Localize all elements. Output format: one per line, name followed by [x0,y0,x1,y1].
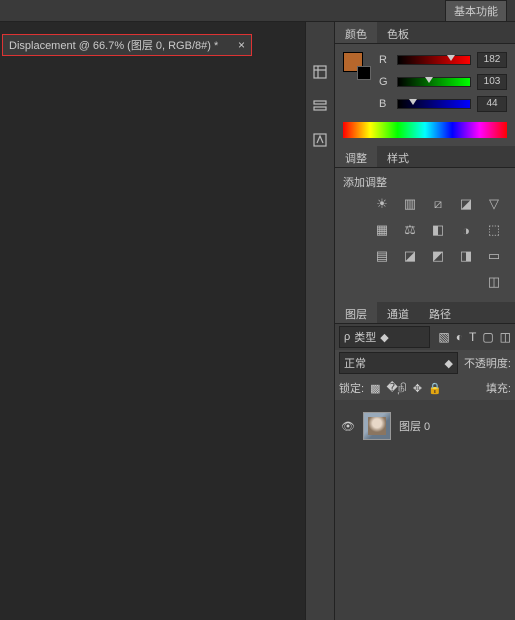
chevron-down-icon: ◆ [444,357,452,370]
layers-panel: ρ 类型 ◆ ▧ ◐ T ▢ ◫ 正常 ◆ 不透明度: [335,324,515,620]
filter-type-icon[interactable]: T [469,330,476,344]
b-value[interactable]: 44 [477,96,507,112]
layer-kind-filter[interactable]: ρ 类型 ◆ [339,326,430,348]
filter-adjust-icon[interactable]: ◐ [456,330,463,344]
filter-smart-icon[interactable]: ◫ [500,330,511,344]
kind-label: 类型 [354,329,376,345]
history-icon[interactable] [310,62,330,82]
filter-shape-icon[interactable]: ▢ [482,330,493,344]
r-value[interactable]: 182 [477,52,507,68]
tab-styles[interactable]: 样式 [377,146,419,167]
selective-icon[interactable]: ◫ [485,274,503,290]
threshold-icon[interactable]: ◨ [457,248,475,264]
curves-icon[interactable]: ⧄ [429,196,447,212]
document-tab[interactable]: Displacement @ 66.7% (图层 0, RGB/8#) * × [2,34,252,56]
blend-mode-select[interactable]: 正常 ◆ [339,352,458,374]
lookup-icon[interactable]: ▤ [373,248,391,264]
tab-layers[interactable]: 图层 [335,302,377,323]
add-adjustment-label: 添加调整 [343,174,507,190]
fill-label: 填充: [486,380,511,396]
g-slider[interactable] [397,77,471,87]
blend-mode-value: 正常 [344,355,366,371]
tab-paths[interactable]: 路径 [419,302,461,323]
balance-icon[interactable]: ⚖ [401,222,419,238]
photo-filter-icon[interactable]: ◑ [457,222,475,238]
layer-name[interactable]: 图层 0 [399,418,430,434]
invert-icon[interactable]: ◪ [401,248,419,264]
spectrum-bar[interactable] [343,122,507,138]
gradient-map-icon[interactable]: ▭ [485,248,503,264]
canvas[interactable]: Displacement @ 66.7% (图层 0, RGB/8#) * × [0,22,305,620]
lock-all-icon[interactable]: ▩ [370,382,380,395]
levels-icon[interactable]: ▥ [401,196,419,212]
adjustments-panel: 添加调整 ☀ ▥ ⧄ ◪ ▽ ▦ ⚖ ◧ ◑ ⬚ ▤ ◪ ◩ ◨ ▭ ◫ [335,168,515,302]
hue-icon[interactable]: ▦ [373,222,391,238]
g-value[interactable]: 103 [477,74,507,90]
lock-position-icon[interactable]: ✥ [413,382,422,395]
filter-pixel-icon[interactable]: ▧ [438,330,449,344]
channel-mixer-icon[interactable]: ⬚ [485,222,503,238]
r-label: R [379,54,391,66]
brightness-icon[interactable]: ☀ [373,196,391,212]
character-icon[interactable] [310,130,330,150]
tab-channels[interactable]: 通道 [377,302,419,323]
b-slider[interactable] [397,99,471,109]
b-label: B [379,98,391,110]
search-icon: ρ [344,331,350,343]
layer-row[interactable]: 👁 图层 0 [335,406,515,446]
document-title: Displacement @ 66.7% (图层 0, RGB/8#) * [9,37,218,53]
exposure-icon[interactable]: ◪ [457,196,475,212]
background-swatch[interactable] [357,66,371,80]
color-panel: R 182 G 103 B 44 [335,44,515,146]
lock-pixel-icon[interactable]: �நி [386,381,406,396]
tab-swatches[interactable]: 色板 [377,22,419,43]
color-swatch[interactable] [343,52,371,80]
tab-adjustments[interactable]: 调整 [335,146,377,167]
chevron-down-icon: ◆ [380,331,388,344]
tab-color[interactable]: 颜色 [335,22,377,43]
r-slider[interactable] [397,55,471,65]
lock-label: 锁定: [339,380,364,396]
visibility-icon[interactable]: 👁 [341,420,355,433]
opacity-label: 不透明度: [464,355,511,371]
g-label: G [379,76,391,88]
properties-icon[interactable] [310,96,330,116]
layer-thumbnail[interactable] [363,412,391,440]
posterize-icon[interactable]: ◩ [429,248,447,264]
vibrance-icon[interactable]: ▽ [485,196,503,212]
close-icon[interactable]: × [238,38,245,52]
vertical-toolbar [305,22,335,620]
basic-functions-button[interactable]: 基本功能 [445,0,507,22]
lock-icon[interactable]: 🔒 [428,382,442,395]
bw-icon[interactable]: ◧ [429,222,447,238]
